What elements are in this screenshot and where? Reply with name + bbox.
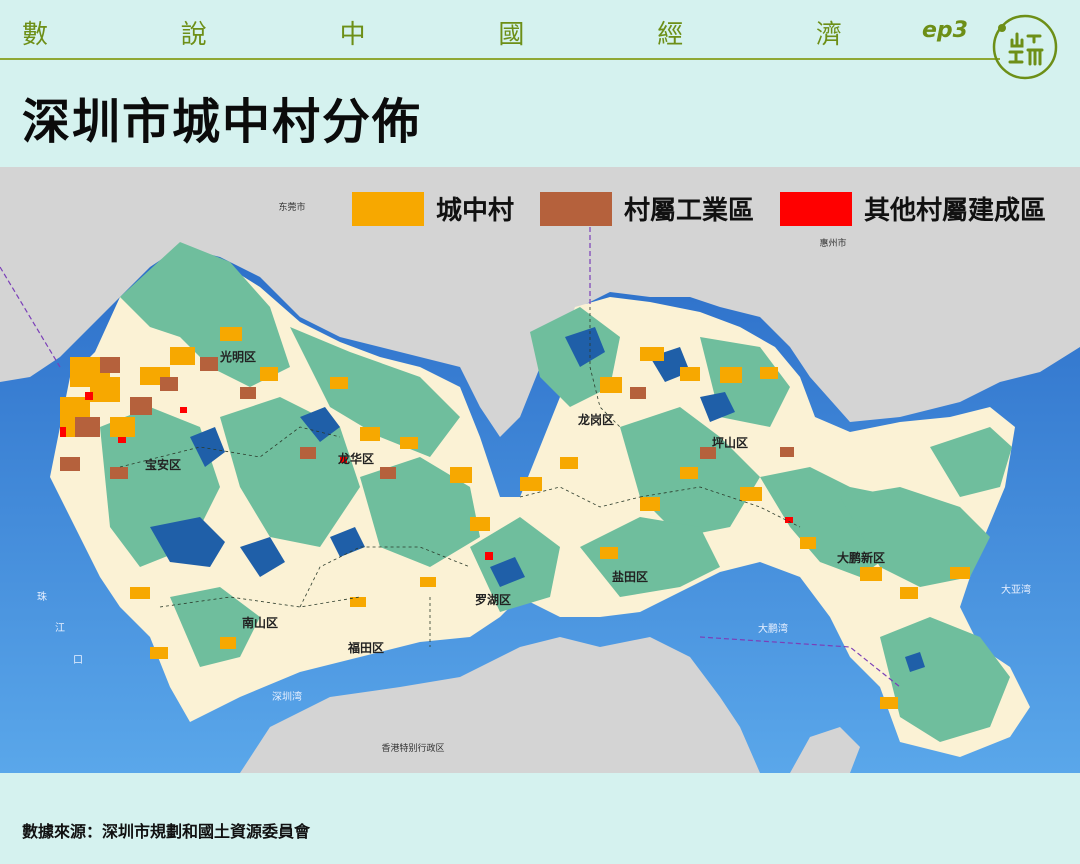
- district-label: 大鹏新区: [837, 550, 885, 565]
- legend-item-other-built: 其他村屬建成區: [780, 190, 1046, 227]
- district-label: 盐田区: [612, 569, 648, 584]
- legend-label: 村屬工業區: [624, 196, 755, 226]
- legend-label: 其他村屬建成區: [864, 196, 1047, 226]
- water-label: 深圳湾: [272, 690, 302, 703]
- water-label: 珠: [37, 590, 47, 603]
- city-label-huizhou: 惠州市: [819, 237, 846, 249]
- series-title: 數 說 中 國 經 濟: [22, 14, 842, 50]
- district-label: 宝安区: [145, 457, 181, 472]
- legend-swatch: [352, 191, 424, 226]
- district-label: 福田区: [347, 640, 384, 655]
- legend: 城中村 村屬工業區 其他村屬建成區: [352, 190, 1072, 227]
- district-label: 龙岗区: [578, 412, 614, 427]
- legend-item-village-industrial: 村屬工業區: [540, 190, 754, 227]
- district-label: 南山区: [242, 615, 278, 630]
- district-label: 龙华区: [338, 451, 374, 466]
- district-label: 光明区: [219, 349, 256, 364]
- series-char: 國: [498, 20, 525, 50]
- city-label-hk: 香港特别行政区: [381, 742, 444, 754]
- water-label: 口: [73, 655, 83, 666]
- water-label: 大亚湾: [1001, 583, 1031, 596]
- brand-logo-icon: [992, 14, 1058, 80]
- series-char: 數: [22, 20, 49, 50]
- legend-label: 城中村: [436, 196, 515, 226]
- legend-item-urban-village: 城中村: [352, 190, 514, 227]
- series-char: 濟: [815, 20, 842, 50]
- water-label: 江: [55, 622, 65, 634]
- map-canvas: 东莞市 惠州市 香港特别行政区 光明区 宝安区 龙华区 龙岗区 坪山区 大鹏新区…: [0, 167, 1080, 773]
- data-source: 數據來源：深圳市規劃和國土資源委員會: [22, 822, 311, 841]
- map: 东莞市 惠州市 香港特别行政区 光明区 宝安区 龙华区 龙岗区 坪山区 大鹏新区…: [0, 167, 1080, 773]
- episode-label: ep3: [922, 18, 968, 43]
- page-title: 深圳市城中村分佈: [22, 94, 423, 150]
- series-char: 中: [339, 20, 366, 50]
- city-label-dongguan: 东莞市: [278, 201, 305, 213]
- legend-swatch: [780, 191, 853, 226]
- series-char: 經: [657, 20, 684, 50]
- district-label: 罗湖区: [475, 592, 511, 607]
- series-char: 說: [180, 20, 207, 50]
- water-label: 大鹏湾: [758, 622, 788, 635]
- district-label: 坪山区: [712, 435, 748, 450]
- legend-swatch: [540, 191, 613, 226]
- header-divider: [0, 58, 1000, 60]
